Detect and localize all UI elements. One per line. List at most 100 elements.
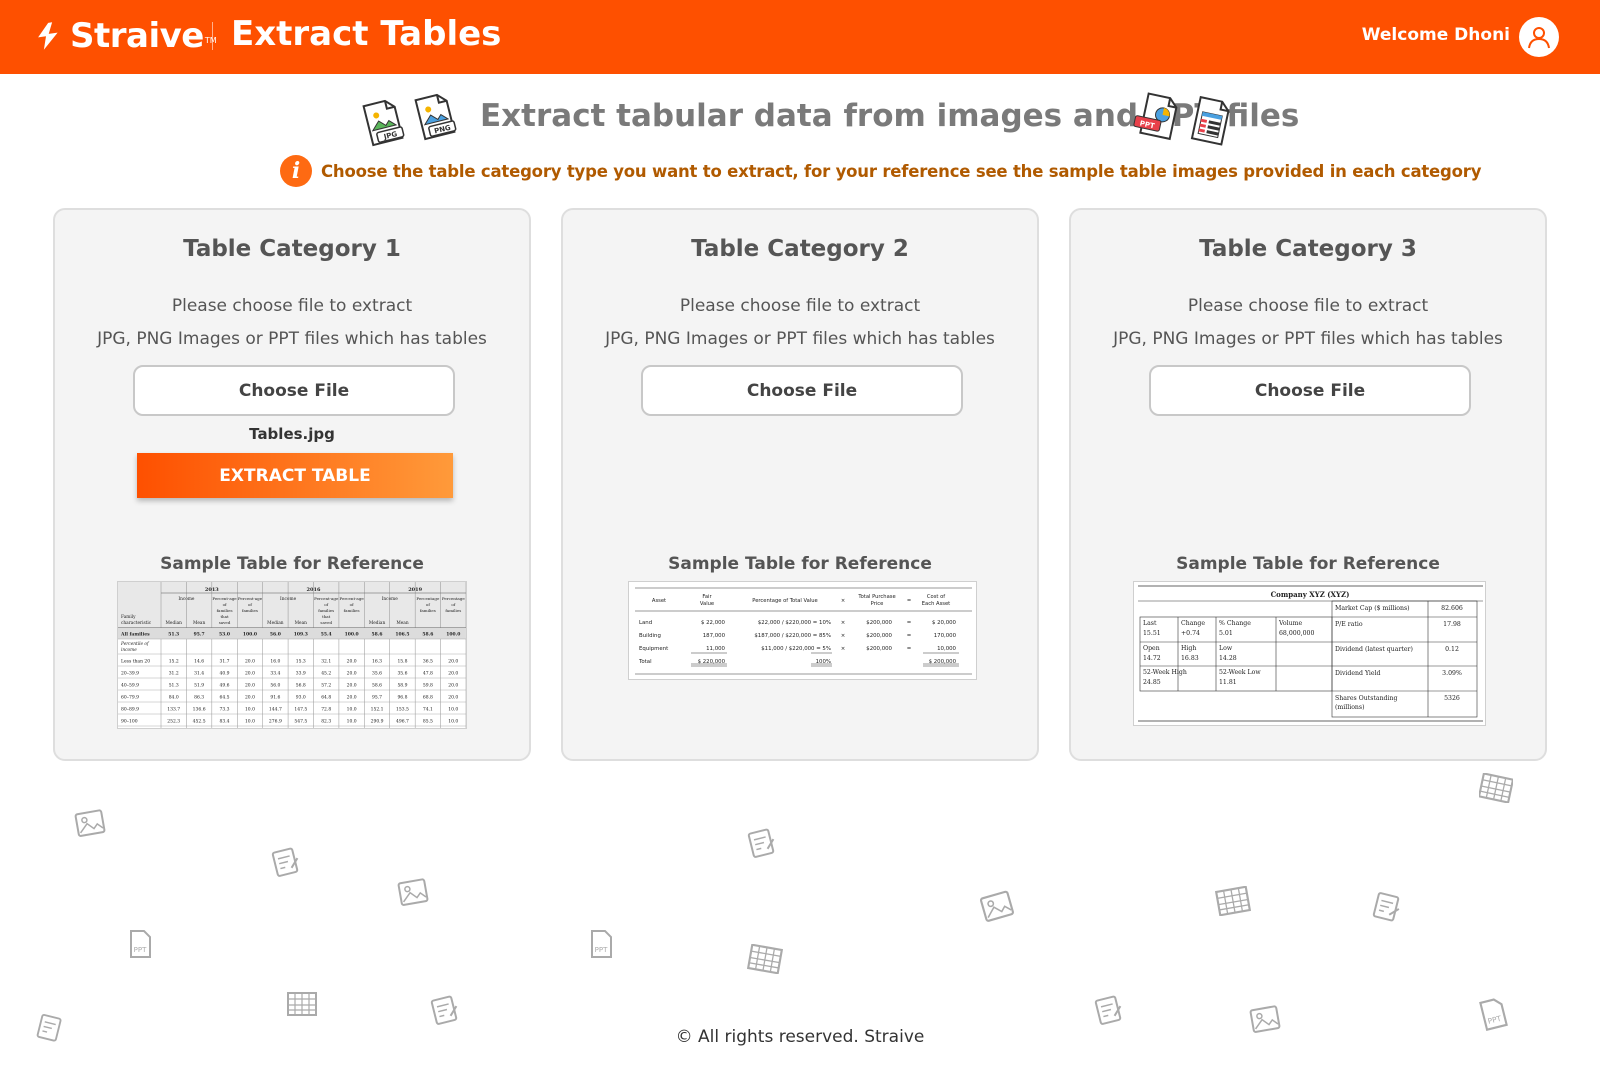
table-cell-text: 20.0 — [448, 683, 458, 689]
table-cell-text: P/E ratio — [1335, 621, 1363, 628]
table-cell-text: 58.6 — [422, 632, 433, 638]
table-cell-text: 58.9 — [397, 683, 407, 689]
ppt-file-icon: PPT — [1479, 998, 1508, 1031]
document-edit-icon — [747, 828, 775, 858]
group-header: of — [350, 602, 354, 607]
table-cell-text: 56.0 — [270, 632, 281, 638]
group-header: of — [324, 602, 328, 607]
user-icon — [1528, 27, 1550, 49]
extract-table-button[interactable]: EXTRACT TABLE — [137, 453, 453, 498]
table-cell-text: 64.5 — [220, 695, 230, 701]
group-header: Income — [382, 597, 399, 602]
table-cell-text: 547.5 — [294, 719, 307, 725]
column-header: Price — [871, 601, 884, 607]
table-cell-text: 20.0 — [347, 671, 357, 677]
table-icon — [287, 992, 317, 1016]
table-cell-text: 96.8 — [397, 695, 407, 701]
brand-name: Straive — [70, 16, 204, 56]
table-cell-text: Low — [1219, 645, 1233, 652]
table-cell-text: × — [841, 620, 846, 626]
table-cell-text: 152.1 — [371, 707, 384, 713]
table-cell-text: 83.4 — [220, 719, 230, 725]
header-divider — [212, 22, 213, 50]
sub-header: Mean — [396, 621, 409, 626]
column-header: Asset — [652, 598, 666, 604]
table-cell-text: $ 22,000 — [701, 620, 726, 626]
table-cell-text: 52-Week Low — [1219, 669, 1261, 676]
table-cell-text: 100.0 — [345, 632, 359, 638]
table-cell-text: 35.6 — [372, 671, 382, 677]
table-cell-text: $187,000 / $220,000 = 85% — [754, 633, 831, 639]
card-instruction: Please choose file to extract — [171, 296, 413, 316]
card-instruction: Please choose file to extract — [679, 296, 921, 316]
table-cell-text: 16.83 — [1181, 655, 1199, 662]
table-cell-text: High — [1181, 645, 1196, 652]
table-cell-text: 91.6 — [270, 695, 280, 701]
image-icon — [397, 878, 429, 906]
table-cell-text: 10.0 — [448, 707, 458, 713]
table-cell-text: Dividend (latest quarter) — [1335, 646, 1413, 653]
table-cell-text: 15.8 — [397, 659, 407, 665]
user-avatar[interactable] — [1519, 17, 1559, 57]
column-header: = — [907, 598, 911, 604]
table-cell-text: 252.3 — [167, 719, 180, 725]
table-cell-text: 68.8 — [423, 695, 433, 701]
table-cell-text: 20.0 — [347, 659, 357, 665]
ppt-file-icon: PPT — [130, 930, 151, 958]
group-header: Income — [178, 597, 195, 602]
row-label: 60–79.9 — [121, 695, 139, 701]
choose-file-button[interactable]: Choose File — [641, 365, 963, 416]
table-cell-text: 33.9 — [296, 671, 306, 677]
sample-table-image-3: Company XYZ (XYZ) Market Cap ($ millions)… — [1133, 581, 1486, 726]
brand-trademark: TM — [204, 35, 217, 45]
app-title: Extract Tables — [231, 14, 502, 54]
table-cell-text: 20.0 — [448, 671, 458, 677]
choose-file-button[interactable]: Choose File — [133, 365, 455, 416]
sample-table-label: Sample Table for Reference — [668, 554, 932, 574]
straive-logo[interactable]: Straive TM — [32, 16, 217, 56]
table-cell-text: 59.8 — [423, 683, 433, 689]
row-label: 80–89.9 — [121, 707, 139, 713]
group-header: Percent-age — [238, 596, 263, 601]
table-cell-text: 86.3 — [194, 695, 204, 701]
table-cell-text: 100.0 — [243, 632, 257, 638]
table-cell-text: 133.7 — [167, 707, 180, 713]
table-cell-text: 15.2 — [169, 659, 179, 665]
table-cell-text: 10.0 — [347, 719, 357, 725]
card-file-types: JPG, PNG Images or PPT files which has t… — [605, 329, 995, 349]
table-cell-text: 20.0 — [245, 659, 255, 665]
table-cell-text: 82.606 — [1441, 605, 1463, 612]
column-header: Each Asset — [922, 601, 950, 607]
sub-header: Mean — [295, 621, 308, 626]
info-row: i Choose the table category type you wan… — [280, 154, 1481, 188]
table-cell-text: 84.0 — [169, 695, 179, 701]
table-icon — [1479, 773, 1513, 803]
table-cell-text: = — [907, 620, 912, 626]
row-label-header: characteristic — [121, 621, 152, 626]
app-header: Straive TM Extract Tables Welcome Dhoni — [0, 0, 1600, 74]
table-cell-text: Land — [639, 620, 652, 626]
table-cell-text: 72.8 — [321, 707, 331, 713]
table-cell-text: 68,000,000 — [1279, 630, 1314, 637]
table-cell-text: 31.4 — [194, 671, 204, 677]
group-header: that — [322, 614, 331, 619]
table-cell-text: 147.5 — [294, 707, 307, 713]
group-header: families — [445, 608, 461, 613]
table-cell-text: 3.09% — [1442, 670, 1462, 677]
group-header: of — [223, 602, 227, 607]
table-cell-text: 95.7 — [194, 632, 205, 638]
table-cell-text: 276.9 — [269, 719, 282, 725]
table-cell-text: 74.1 — [423, 707, 433, 713]
table-cell-text: 20.0 — [245, 683, 255, 689]
table-cell-text: 452.5 — [193, 719, 206, 725]
table-cell-text: 14.72 — [1143, 655, 1161, 662]
sub-header: Median — [369, 621, 386, 626]
table-cell-text: Last — [1143, 620, 1157, 627]
table-cell-text: 16.3 — [372, 659, 382, 665]
group-header: families — [344, 608, 360, 613]
choose-file-button[interactable]: Choose File — [1149, 365, 1471, 416]
table-category-card-3: Table Category 3 Please choose file to e… — [1069, 208, 1547, 761]
table-cell-text: 95.7 — [372, 695, 382, 701]
spreadsheet-file-icon — [1190, 95, 1230, 146]
table-cell-text: 53.0 — [219, 632, 230, 638]
